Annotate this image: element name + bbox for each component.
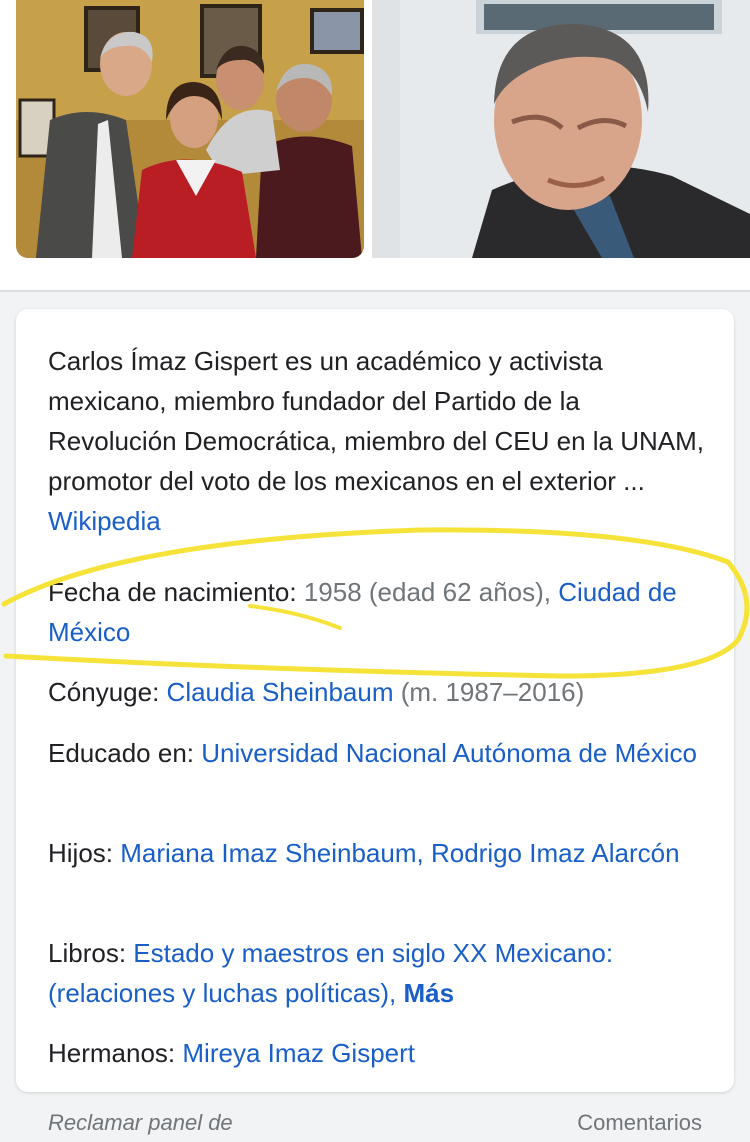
group-photo[interactable] [16, 0, 364, 258]
more-books-link[interactable]: Más [404, 978, 455, 1008]
page: Carlos Ímaz Gispert es un académico y ac… [0, 0, 750, 1142]
knowledge-panel-card: Carlos Ímaz Gispert es un académico y ac… [16, 309, 734, 1092]
fact-label: Fecha de nacimiento: [48, 577, 297, 607]
sibling-link[interactable]: Mireya Imaz Gispert [182, 1038, 415, 1068]
child-link[interactable]: Rodrigo Imaz Alarcón [431, 838, 680, 868]
fact-label: Hermanos: [48, 1038, 176, 1068]
image-strip [0, 0, 750, 290]
claim-panel-link[interactable]: Reclamar panel de [48, 1108, 233, 1138]
child-link[interactable]: Mariana Imaz Sheinbaum [120, 838, 416, 868]
divider [0, 290, 750, 292]
fact-value: (m. 1987–2016) [393, 677, 585, 707]
fact-label: Cónyuge: [48, 677, 160, 707]
feedback-link[interactable]: Comentarios [577, 1108, 702, 1138]
fact-spouse: Cónyuge: Claudia Sheinbaum (m. 1987–2016… [48, 672, 708, 712]
description-text: Carlos Ímaz Gispert es un académico y ac… [48, 346, 705, 496]
fact-value: 1958 (edad 62 años), [296, 577, 559, 607]
description: Carlos Ímaz Gispert es un académico y ac… [48, 341, 708, 541]
fact-children: Hijos: Mariana Imaz Sheinbaum, Rodrigo I… [48, 833, 708, 873]
fact-birth-date: Fecha de nacimiento: 1958 (edad 62 años)… [48, 572, 708, 652]
fact-label: Libros: [48, 938, 127, 968]
fact-books: Libros: Estado y maestros en siglo XX Me… [48, 933, 708, 1013]
spouse-link[interactable]: Claudia Sheinbaum [167, 677, 394, 707]
fact-label: Educado en: [48, 738, 195, 768]
fact-siblings: Hermanos: Mireya Imaz Gispert [48, 1033, 708, 1073]
fact-label: Hijos: [48, 838, 114, 868]
book-link[interactable]: Estado y maestros en siglo XX Mexicano: … [48, 938, 613, 1008]
education-link[interactable]: Universidad Nacional Autónoma de México [201, 738, 697, 768]
separator: , [389, 978, 404, 1008]
separator: , [416, 838, 431, 868]
portrait-photo[interactable] [372, 0, 750, 258]
wikipedia-link[interactable]: Wikipedia [48, 506, 161, 536]
fact-education: Educado en: Universidad Nacional Autónom… [48, 733, 708, 773]
